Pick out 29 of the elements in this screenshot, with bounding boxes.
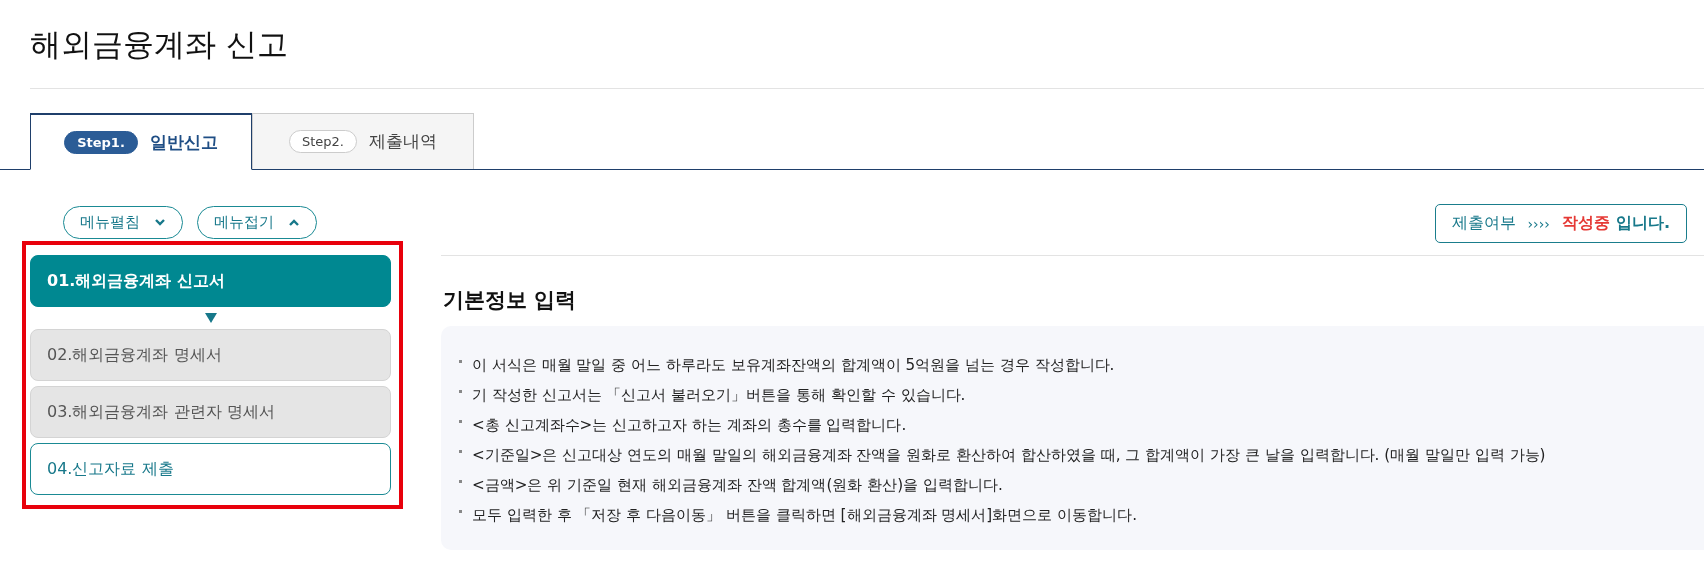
menu-item[interactable]: 01.해외금융계좌 신고서 (30, 255, 391, 307)
step-badge: Step1. (64, 130, 138, 154)
notice-text: <기준일>은 신고대상 연도의 매월 말일의 해외금융계좌 잔액을 원화로 환산하여 합산하였을 때, 그 합계액이 가장 큰 날을 입력합니다. (매월 말일만 입력 가능) (472, 445, 1546, 466)
bullet-icon (459, 389, 462, 393)
section-title: 기본정보 입력 (443, 287, 578, 314)
step-tab[interactable]: Step2. 제출내역 (252, 113, 474, 169)
status-value: 작성중 (1561, 213, 1610, 234)
notice-text: <총 신고계좌수>는 신고하고자 하는 계좌의 총수를 입력합니다. (472, 415, 907, 436)
status-suffix: 입니다. (1615, 213, 1670, 234)
bullet-icon (459, 359, 462, 363)
bullet-icon (459, 479, 462, 483)
chevron-down-icon (153, 217, 166, 228)
notice-text: 이 서식은 매월 말일 중 어느 하루라도 보유계좌잔액의 합계액이 5억원을 넘는 경우 작성합니다. (472, 355, 1115, 376)
notice-text: 기 작성한 신고서는 「신고서 불러오기」버튼을 통해 확인할 수 있습니다. (472, 385, 966, 406)
notice-text: <금액>은 위 기준일 현재 해외금융계좌 잔액 합계액(원화 환산)을 입력합니다. (472, 475, 1003, 496)
step-tab[interactable]: Step1. 일반신고 (30, 113, 252, 170)
menu-toggle-button[interactable]: 메뉴펼침 (62, 206, 183, 239)
bullet-icon (459, 419, 462, 423)
bullet-icon (459, 509, 462, 513)
chevron-up-icon (287, 217, 300, 228)
menu-toggle-button[interactable]: 메뉴접기 (196, 206, 317, 239)
triangle-down-icon (204, 313, 217, 323)
bullet-icon (459, 449, 462, 453)
notice-text: 모두 입력한 후 「저장 후 다음이동」 버튼을 클릭하면 [해외금융계좌 명세서]화면으로 이동합니다. (472, 505, 1137, 526)
status-label: 제출여부 (1451, 213, 1516, 234)
menu-item[interactable]: 04.신고자료 제출 (30, 443, 391, 495)
page-title: 해외금융계좌 신고 (30, 0, 1704, 89)
status-arrows: ›››› (1527, 215, 1550, 232)
step-badge: Step2. (289, 130, 357, 153)
